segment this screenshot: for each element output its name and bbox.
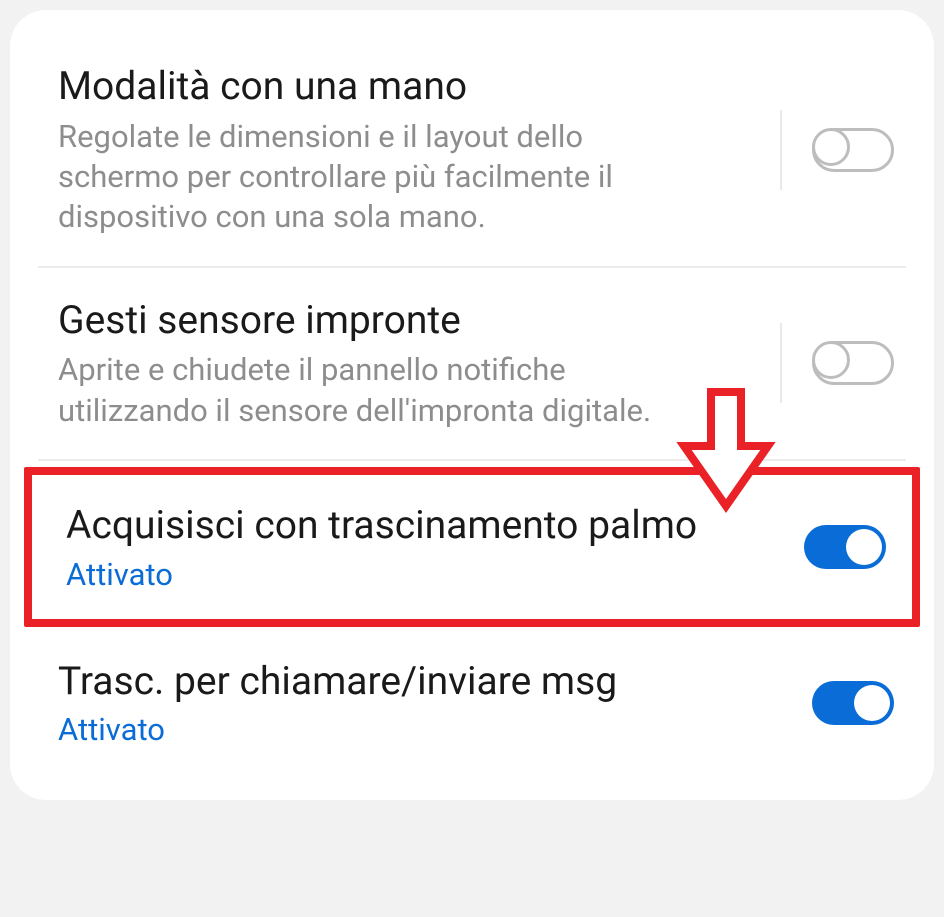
setting-title: Gesti sensore impronte [58,296,760,345]
toggle-wrap [774,507,886,587]
toggle-swipe-call[interactable] [812,681,894,725]
setting-swipe-call[interactable]: Trasc. per chiamare/inviare msg Attivato [10,629,934,777]
settings-card: Modalità con una mano Regolate le dimens… [10,10,934,800]
setting-desc: Regolate le dimensioni e il layout dello… [58,117,760,238]
setting-text: Acquisisci con trascinamento palmo Attiv… [66,501,754,593]
toggle-palm-swipe[interactable] [804,525,886,569]
setting-text: Trasc. per chiamare/inviare msg Attivato [58,657,762,749]
setting-one-handed[interactable]: Modalità con una mano Regolate le dimens… [10,34,934,266]
toggle-one-handed[interactable] [812,128,894,172]
setting-fingerprint-gestures[interactable]: Gesti sensore impronte Aprite e chiudete… [10,268,934,459]
setting-text: Modalità con una mano Regolate le dimens… [58,62,760,238]
setting-status: Attivato [66,556,754,593]
toggle-wrap [780,323,894,403]
divider [38,459,906,461]
setting-title: Acquisisci con trascinamento palmo [66,501,754,550]
highlighted-setting: Acquisisci con trascinamento palmo Attiv… [24,467,920,627]
toggle-wrap [780,110,894,190]
setting-title: Modalità con una mano [58,62,760,111]
toggle-wrap [782,663,894,743]
setting-desc: Aprite e chiudete il pannello notifiche … [58,350,760,431]
setting-palm-swipe[interactable]: Acquisisci con trascinamento palmo Attiv… [32,475,912,619]
setting-text: Gesti sensore impronte Aprite e chiudete… [58,296,760,431]
toggle-fingerprint[interactable] [812,341,894,385]
setting-status: Attivato [58,711,762,748]
setting-title: Trasc. per chiamare/inviare msg [58,657,762,706]
